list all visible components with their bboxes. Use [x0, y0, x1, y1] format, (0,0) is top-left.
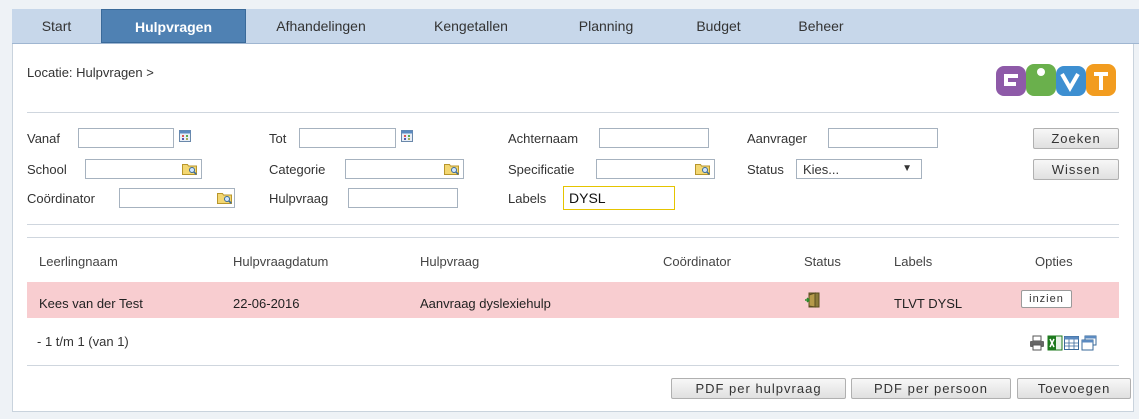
window-icon[interactable] — [1081, 335, 1097, 351]
col-hulpvraagdatum: Hulpvraagdatum — [233, 254, 329, 269]
divider — [27, 365, 1119, 366]
cell-labels: TLVT DYSL — [894, 296, 963, 311]
hulpvraag-label: Hulpvraag — [269, 191, 329, 206]
aanvrager-input[interactable] — [828, 128, 938, 148]
categorie-label: Categorie — [269, 162, 326, 177]
content-panel: Locatie: Hulpvragen > Vanaf Tot Achterna… — [12, 44, 1134, 412]
folder-picker-icon[interactable] — [444, 162, 459, 175]
status-select-value: Kies... — [803, 162, 840, 177]
col-coordinator: Coördinator — [663, 254, 731, 269]
tab-beheer[interactable]: Beheer — [771, 9, 871, 43]
status-label: Status — [747, 162, 784, 177]
labels-label: Labels — [508, 191, 547, 206]
app-logo — [996, 64, 1116, 96]
excel-icon[interactable] — [1047, 335, 1063, 351]
aanvrager-label: Aanvrager — [747, 131, 807, 146]
divider — [27, 224, 1119, 225]
tab-budget[interactable]: Budget — [666, 9, 771, 43]
status-door-icon — [805, 292, 820, 308]
tot-label: Tot — [269, 131, 287, 146]
divider — [27, 112, 1119, 113]
cell-leerlingnaam: Kees van der Test — [39, 296, 143, 311]
cell-datum: 22-06-2016 — [233, 296, 300, 311]
tab-start[interactable]: Start — [12, 9, 101, 43]
divider — [27, 237, 1119, 238]
cell-hulpvraag: Aanvraag dyslexiehulp — [420, 296, 551, 311]
pdf-per-persoon-button[interactable]: PDF per persoon — [851, 378, 1011, 399]
achternaam-label: Achternaam — [508, 131, 579, 146]
col-opties: Opties — [1035, 254, 1073, 269]
status-select[interactable]: Kies... ▼ — [796, 159, 922, 179]
achternaam-input[interactable] — [599, 128, 709, 148]
col-leerlingnaam: Leerlingnaam — [39, 254, 118, 269]
tab-kengetallen[interactable]: Kengetallen — [396, 9, 546, 43]
breadcrumb: Locatie: Hulpvragen > — [27, 65, 154, 80]
vanaf-input[interactable] — [78, 128, 174, 148]
zoeken-button[interactable]: Zoeken — [1033, 128, 1119, 149]
coordinator-label: Coördinator — [27, 191, 95, 206]
result-count: - 1 t/m 1 (van 1) — [37, 334, 129, 349]
specificatie-label: Specificatie — [508, 162, 575, 177]
tab-hulpvragen[interactable]: Hulpvragen — [101, 9, 246, 43]
calendar-icon[interactable] — [179, 130, 191, 142]
toevoegen-button[interactable]: Toevoegen — [1017, 378, 1131, 399]
main-nav: Start Hulpvragen Afhandelingen Kengetall… — [12, 9, 1139, 44]
tot-input[interactable] — [299, 128, 396, 148]
folder-picker-icon[interactable] — [217, 191, 232, 204]
col-hulpvraag: Hulpvraag — [420, 254, 480, 269]
school-label: School — [27, 162, 67, 177]
pdf-per-hulpvraag-button[interactable]: PDF per hulpvraag — [671, 378, 846, 399]
inzien-button[interactable]: inzien — [1021, 290, 1072, 308]
col-labels: Labels — [894, 254, 933, 269]
table-view-icon[interactable] — [1064, 336, 1079, 350]
folder-picker-icon[interactable] — [182, 162, 197, 175]
vanaf-label: Vanaf — [27, 131, 61, 146]
labels-input[interactable]: DYSL — [563, 186, 675, 210]
folder-picker-icon[interactable] — [695, 162, 710, 175]
calendar-icon[interactable] — [401, 130, 413, 142]
col-status: Status — [804, 254, 841, 269]
dropdown-arrow-icon: ▼ — [902, 163, 912, 174]
tab-planning[interactable]: Planning — [546, 9, 666, 43]
tab-afhandelingen[interactable]: Afhandelingen — [246, 9, 396, 43]
wissen-button[interactable]: Wissen — [1033, 159, 1119, 180]
hulpvraag-input[interactable] — [348, 188, 458, 208]
print-icon[interactable] — [1029, 335, 1045, 351]
